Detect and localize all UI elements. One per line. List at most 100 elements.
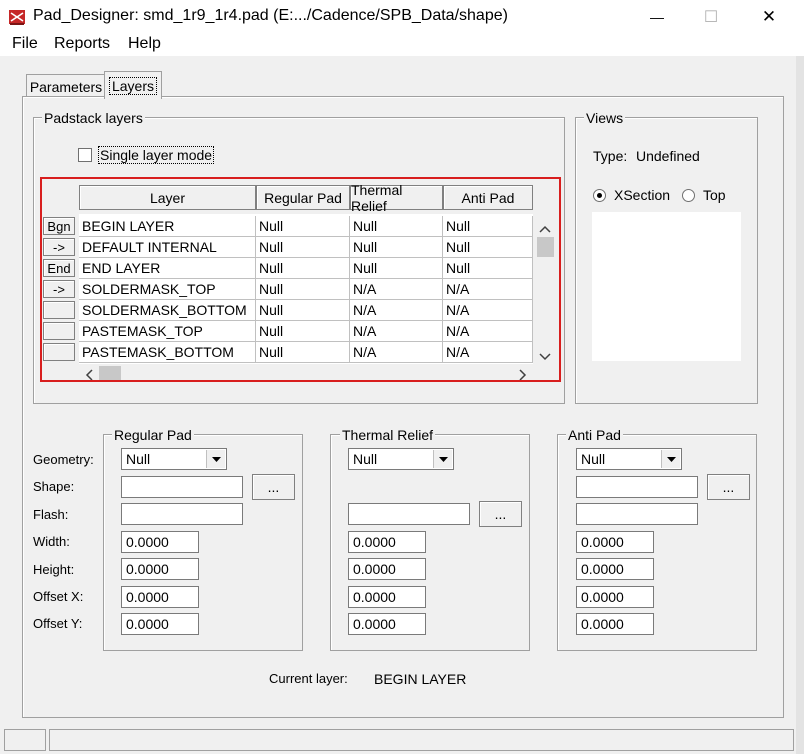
height-label: Height: — [33, 562, 75, 577]
regular-width-input[interactable]: 0.0000 — [121, 531, 199, 553]
radio-selected-dot — [597, 193, 602, 198]
current-layer-label: Current layer: — [269, 671, 348, 686]
thermal-width-input[interactable]: 0.0000 — [348, 531, 426, 553]
dropdown-arrow-icon — [433, 450, 452, 468]
header-text: Layer — [149, 189, 186, 206]
close-button[interactable]: ✕ — [746, 0, 792, 34]
row-button[interactable]: -> — [43, 238, 75, 256]
xsection-label: XSection — [614, 187, 671, 203]
shape-label: Shape: — [33, 479, 75, 494]
thermal-height-input[interactable]: 0.0000 — [348, 558, 426, 580]
cell-regular: Null — [256, 321, 350, 342]
anti-height-input[interactable]: 0.0000 — [576, 558, 654, 580]
column-header-thermal-relief[interactable]: Thermal Relief — [350, 182, 443, 214]
anti-offset-x-input[interactable]: 0.0000 — [576, 586, 654, 608]
menu-bar — [0, 34, 804, 56]
tab-label: Parameters — [29, 79, 103, 95]
top-radio[interactable] — [682, 189, 695, 202]
width-label: Width: — [33, 534, 70, 549]
scroll-right-icon[interactable] — [519, 368, 527, 384]
tab-layers[interactable]: Layers — [104, 71, 162, 99]
cell-layer: PASTEMASK_TOP — [79, 321, 256, 342]
header-text: Regular Pad — [264, 189, 342, 206]
views-label: Views — [584, 110, 626, 126]
cell-regular: Null — [256, 342, 350, 363]
anti-shape-browse-button[interactable]: ... — [707, 474, 750, 500]
anti-offset-y-input[interactable]: 0.0000 — [576, 613, 654, 635]
cell-thermal: N/A — [350, 342, 443, 363]
menu-reports[interactable]: Reports — [54, 35, 110, 53]
status-bar-segment — [49, 729, 794, 751]
close-icon: ✕ — [761, 7, 777, 26]
menu-file[interactable]: File — [12, 35, 38, 53]
thermal-offset-x-input[interactable]: 0.0000 — [348, 586, 426, 608]
offset-x-label: Offset X: — [33, 589, 84, 604]
cell-anti: N/A — [443, 342, 533, 363]
row-button[interactable]: Bgn — [43, 217, 75, 235]
cell-regular: Null — [256, 237, 350, 258]
vertical-scroll-thumb[interactable] — [537, 237, 554, 257]
horizontal-scrollbar[interactable] — [79, 364, 535, 382]
anti-shape-input[interactable] — [576, 476, 698, 498]
row-button[interactable] — [43, 301, 75, 319]
header-text: Thermal Relief — [351, 181, 403, 214]
dropdown-arrow-icon — [206, 450, 225, 468]
select-value: Null — [581, 451, 606, 467]
cell-regular: Null — [256, 258, 350, 279]
status-bar-segment — [4, 729, 46, 751]
cell-anti: N/A — [443, 279, 533, 300]
regular-shape-browse-button[interactable]: ... — [252, 474, 295, 500]
regular-height-input[interactable]: 0.0000 — [121, 558, 199, 580]
scroll-up-icon[interactable] — [539, 220, 551, 236]
cell-thermal: N/A — [350, 300, 443, 321]
regular-pad-label: Regular Pad — [112, 427, 194, 443]
xsection-radio[interactable] — [593, 189, 606, 202]
minimize-button[interactable]: — — [634, 0, 680, 34]
single-layer-mode-label: Single layer mode — [98, 146, 215, 164]
app-icon — [8, 8, 26, 26]
scroll-down-icon[interactable] — [539, 348, 551, 364]
horizontal-scroll-thumb[interactable] — [99, 366, 121, 380]
tab-label: Layers — [108, 76, 158, 95]
top-label: Top — [703, 187, 726, 203]
cell-anti: Null — [443, 237, 533, 258]
anti-width-input[interactable]: 0.0000 — [576, 531, 654, 553]
maximize-button[interactable]: ☐ — [688, 0, 734, 34]
row-button[interactable]: End — [43, 259, 75, 277]
menu-help[interactable]: Help — [128, 35, 161, 53]
row-button[interactable]: -> — [43, 280, 75, 298]
flash-label: Flash: — [33, 507, 69, 522]
column-header-anti-pad[interactable]: Anti Pad — [443, 185, 533, 210]
cell-thermal: Null — [350, 258, 443, 279]
vertical-scrollbar[interactable] — [535, 216, 555, 363]
column-header-layer[interactable]: Layer — [79, 185, 256, 210]
row-button[interactable] — [43, 322, 75, 340]
regular-offset-y-input[interactable]: 0.0000 — [121, 613, 199, 635]
thermal-flash-input[interactable] — [348, 503, 470, 525]
regular-shape-input[interactable] — [121, 476, 243, 498]
column-header-regular-pad[interactable]: Regular Pad — [256, 185, 350, 210]
cell-thermal: N/A — [350, 321, 443, 342]
cell-thermal: N/A — [350, 279, 443, 300]
select-value: Null — [353, 451, 378, 467]
scroll-left-icon[interactable] — [85, 368, 93, 384]
cell-layer: END LAYER — [79, 258, 256, 279]
regular-offset-x-input[interactable]: 0.0000 — [121, 586, 199, 608]
select-value: Null — [126, 451, 151, 467]
window-edge — [796, 56, 804, 754]
cell-anti: Null — [443, 216, 533, 237]
cell-layer: BEGIN LAYER — [79, 216, 256, 237]
regular-flash-input[interactable] — [121, 503, 243, 525]
anti-flash-input[interactable] — [576, 503, 698, 525]
row-button[interactable] — [43, 343, 75, 361]
regular-geometry-select[interactable]: Null — [121, 448, 227, 470]
thermal-geometry-select[interactable]: Null — [348, 448, 454, 470]
anti-geometry-select[interactable]: Null — [576, 448, 682, 470]
thermal-offset-y-input[interactable]: 0.0000 — [348, 613, 426, 635]
dropdown-arrow-icon — [661, 450, 680, 468]
single-layer-mode-checkbox[interactable] — [78, 148, 92, 162]
cell-thermal: Null — [350, 216, 443, 237]
cell-anti: N/A — [443, 300, 533, 321]
cell-regular: Null — [256, 216, 350, 237]
thermal-flash-browse-button[interactable]: ... — [479, 501, 522, 527]
